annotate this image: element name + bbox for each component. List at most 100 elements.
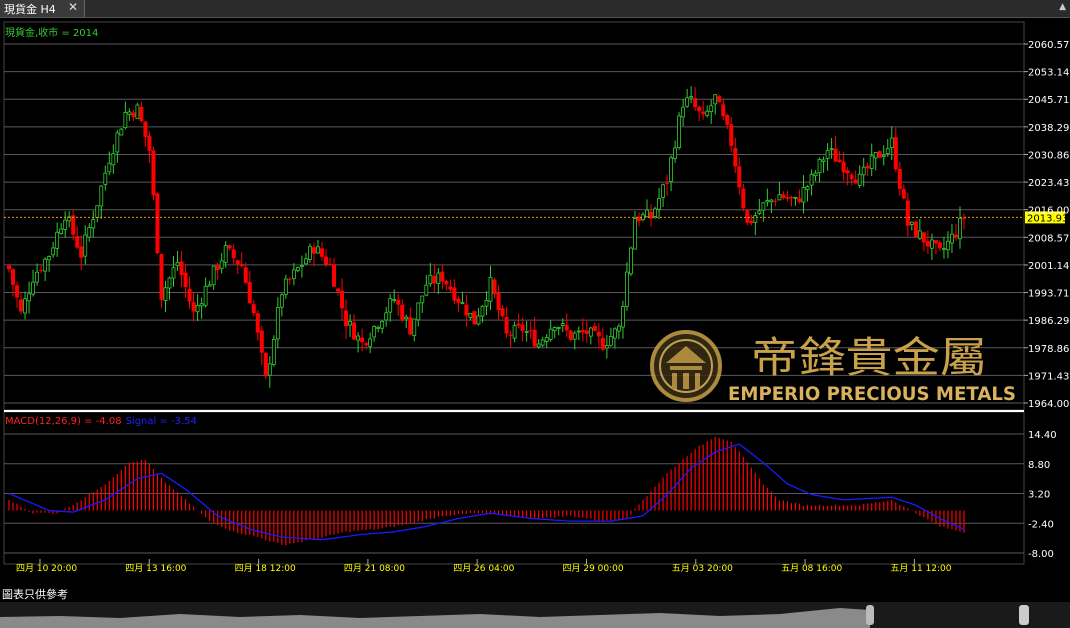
candle-body-down	[532, 329, 537, 347]
candle-body-up	[709, 105, 714, 113]
macd-tick-label: 3.20	[1028, 490, 1050, 501]
macd-tick-label: -2.40	[1028, 519, 1054, 530]
candle-body-up	[544, 337, 549, 342]
price-tick-label: 2060.57	[1028, 40, 1069, 51]
candle-body-up	[55, 231, 60, 249]
candle-body-up	[829, 148, 834, 151]
candle-body-down	[311, 247, 316, 254]
candle-body-up	[203, 285, 208, 306]
candle-body-up	[540, 339, 545, 346]
candle-body-down	[729, 124, 734, 146]
candle-body-up	[588, 327, 593, 337]
candle-body-up	[809, 174, 814, 186]
candle-body-down	[516, 323, 521, 326]
candle-body-down	[143, 121, 148, 137]
watermark-logo	[650, 330, 722, 402]
candle-body-up	[123, 112, 128, 129]
candle-body-down	[496, 292, 501, 310]
candle-body-down	[472, 311, 477, 325]
candle-body-down	[452, 287, 457, 301]
overview-scrollbar[interactable]	[0, 602, 1070, 628]
candle-body-down	[913, 221, 918, 238]
candle-body-up	[119, 128, 124, 136]
candle-body-up	[135, 104, 140, 120]
candle-body-up	[199, 303, 204, 307]
candle-body-up	[23, 298, 27, 314]
candle-body-down	[364, 343, 369, 346]
close-icon[interactable]: ✕	[68, 0, 78, 14]
candle-body-up	[805, 186, 810, 190]
price-tick-label: 2038.29	[1028, 123, 1069, 134]
candle-body-down	[528, 330, 533, 332]
candle-body-up	[219, 260, 224, 269]
candle-body-down	[749, 220, 754, 224]
candle-body-up	[35, 271, 39, 283]
scroll-handle-left[interactable]	[866, 605, 874, 625]
candle-body-up	[316, 246, 320, 254]
price-tick-label: 1978.86	[1028, 344, 1069, 355]
candle-body-down	[737, 166, 742, 188]
candle-body-down	[733, 147, 738, 167]
candle-body-up	[604, 345, 609, 349]
candle-body-up	[689, 96, 694, 99]
candle-body-up	[917, 230, 922, 239]
candle-body-up	[279, 294, 284, 308]
candle-body-down	[39, 270, 44, 272]
candle-body-down	[179, 261, 184, 275]
candle-body-down	[408, 317, 413, 335]
candle-body-down	[79, 246, 84, 258]
candle-body-up	[223, 245, 228, 263]
candle-body-down	[568, 330, 573, 340]
candle-body-up	[613, 328, 617, 339]
candle-body-down	[440, 271, 445, 282]
chart-tab[interactable]: 現貨金 H4 ✕	[0, 0, 85, 17]
time-tick-label: 四月 26 04:00	[453, 563, 514, 574]
candle-body-up	[296, 267, 300, 271]
macd-tick-label: 8.80	[1028, 460, 1050, 471]
time-tick-label: 四月 13 16:00	[125, 563, 186, 574]
scroll-up-icon[interactable]: ▲	[1059, 2, 1066, 12]
candle-body-up	[384, 312, 389, 321]
candle-body-up	[380, 320, 385, 329]
scroll-handle-right[interactable]	[1019, 605, 1029, 625]
signal-line	[8, 443, 965, 541]
candle-body-up	[484, 299, 489, 307]
candle-body-down	[328, 263, 333, 265]
candle-body-up	[175, 261, 180, 267]
time-tick-label: 四月 18 12:00	[235, 563, 296, 574]
candle-body-down	[15, 285, 20, 298]
candle-body-up	[163, 287, 168, 301]
time-tick-label: 五月 03 20:00	[672, 563, 733, 574]
candle-body-up	[304, 258, 308, 265]
candle-body-up	[713, 94, 718, 105]
candle-body-up	[111, 153, 116, 166]
candle-body-up	[63, 219, 68, 230]
macd-axis: 14.40 8.80 3.20 -2.40 -8.00	[1028, 430, 1057, 560]
candle-body-up	[769, 199, 774, 203]
candle-body-up	[909, 221, 914, 225]
candle-body-up	[512, 325, 517, 339]
watermark-en: EMPERIO PRECIOUS METALS	[728, 383, 1016, 405]
candle-body-down	[344, 310, 349, 327]
candle-body-up	[524, 331, 529, 333]
candle-body-down	[953, 234, 958, 238]
candle-body-down	[147, 135, 152, 151]
candle-body-up	[372, 325, 377, 338]
macd-label-signal: Signal = -3.54	[126, 416, 197, 427]
candle-body-up	[576, 330, 581, 333]
candle-body-up	[59, 228, 64, 234]
candle-body-down	[7, 265, 11, 270]
candle-body-down	[259, 330, 264, 353]
candle-body-down	[893, 137, 898, 170]
candle-body-down	[865, 165, 870, 169]
candle-body-down	[781, 194, 786, 198]
candle-body-up	[629, 247, 633, 275]
candle-body-up	[673, 147, 677, 159]
macd-tick-label: 14.40	[1028, 430, 1057, 441]
candle-body-up	[488, 276, 493, 302]
candle-body-down	[247, 281, 252, 304]
candle-body-up	[625, 271, 629, 307]
candle-body-down	[131, 112, 136, 118]
candle-body-up	[958, 218, 962, 240]
price-tick-label: 2053.14	[1028, 68, 1069, 79]
